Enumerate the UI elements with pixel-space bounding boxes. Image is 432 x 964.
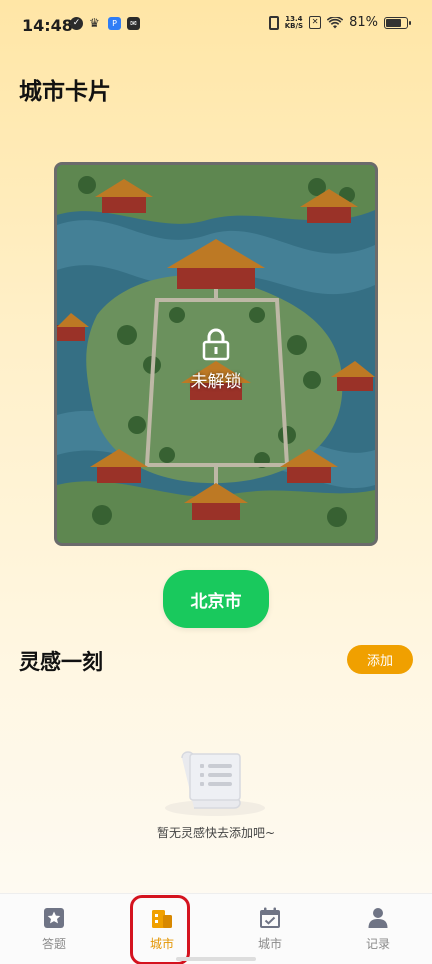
check-circle-icon: ✓ — [70, 17, 83, 30]
lock-label: 未解锁 — [190, 372, 242, 392]
net-speed-unit: KB/S — [284, 21, 304, 30]
tab-label: 答题 — [41, 937, 66, 951]
inspiration-title: 灵感一刻 — [19, 650, 103, 674]
status-time: 14:48 — [22, 16, 73, 35]
xbox-icon: ✕ — [309, 16, 322, 29]
bottom-tab-bar: 答题 城市 城市 记录 — [0, 893, 432, 964]
lock-icon — [202, 328, 230, 361]
mail-icon: ✉ — [127, 17, 140, 30]
tab-label: 记录 — [365, 937, 390, 951]
add-inspiration-button[interactable]: 添加 — [347, 645, 413, 674]
active-tab-highlight — [130, 895, 190, 964]
star-icon — [44, 908, 64, 928]
home-indicator[interactable] — [176, 957, 256, 961]
calendar-check-icon — [260, 907, 280, 928]
page-title: 城市卡片 — [19, 79, 111, 105]
status-notification-icons: ✓ ♛ P ✉ — [70, 17, 140, 30]
tab-record[interactable]: 记录 — [324, 894, 432, 964]
person-icon — [368, 908, 388, 928]
tab-city-calendar[interactable]: 城市 — [216, 894, 324, 964]
tab-label: 城市 — [257, 937, 282, 951]
status-system-icons: 13.4 KB/S ✕ 81% — [268, 15, 411, 30]
battery-icon — [384, 16, 411, 29]
city-name-button[interactable]: 北京市 — [163, 570, 269, 628]
crown-icon: ♛ — [89, 16, 100, 30]
empty-scroll-icon — [165, 751, 265, 816]
empty-state-text: 暂无灵感快去添加吧~ — [156, 826, 276, 840]
battery-percent: 81% — [349, 15, 378, 30]
lock-overlay: 未解锁 — [57, 327, 375, 392]
net-speed: 13.4 KB/S — [284, 15, 304, 30]
vibrate-icon — [268, 15, 279, 30]
tab-answer[interactable]: 答题 — [0, 894, 108, 964]
app-blue-icon: P — [108, 17, 121, 30]
city-card[interactable]: 未解锁 — [54, 162, 378, 546]
wifi-icon — [327, 16, 344, 28]
status-bar: 14:48 ✓ ♛ P ✉ 13.4 KB/S ✕ 81% — [0, 0, 432, 48]
